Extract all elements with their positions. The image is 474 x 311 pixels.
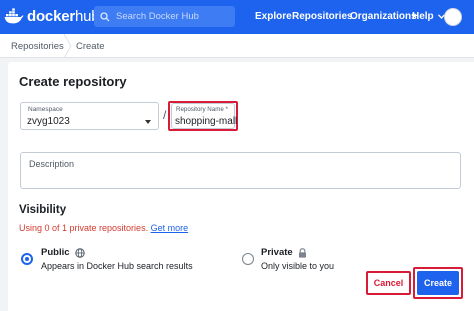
private-repo-usage: Using 0 of 1 private repositories. Get m…	[19, 223, 188, 233]
top-navigation-bar: dockerhub Explore Repositories Organizat…	[0, 0, 474, 34]
breadcrumb-separator-icon	[63, 34, 72, 58]
namespace-select[interactable]: Namespace zvyg1023	[20, 102, 159, 130]
description-placeholder: Description	[29, 159, 75, 169]
globe-icon	[74, 247, 85, 258]
breadcrumb: Repositories Create	[0, 34, 474, 58]
breadcrumb-create: Create	[76, 41, 105, 52]
lock-icon	[298, 247, 306, 258]
nav-help[interactable]: Help	[412, 11, 445, 22]
nav-organizations[interactable]: Organizations	[350, 11, 417, 22]
public-radio[interactable]	[21, 253, 33, 265]
page-title: Create repository	[19, 74, 127, 89]
nav-repositories[interactable]: Repositories	[292, 11, 353, 22]
public-option-label: Public	[41, 247, 70, 258]
search-icon	[100, 11, 110, 21]
public-option-title[interactable]: Public	[41, 247, 85, 258]
visibility-title: Visibility	[19, 204, 67, 216]
private-option-label: Private	[261, 247, 293, 258]
docker-hub-logo[interactable]: dockerhub	[4, 5, 100, 27]
create-button[interactable]: Create	[417, 271, 459, 295]
namespace-separator: /	[163, 108, 167, 122]
private-option-title[interactable]: Private	[261, 247, 307, 258]
caret-down-icon	[145, 120, 151, 124]
user-avatar[interactable]	[444, 8, 462, 26]
namespace-label: Namespace	[28, 106, 63, 113]
repository-name-label: Repository Name *	[176, 106, 228, 113]
breadcrumb-repositories[interactable]: Repositories	[11, 41, 64, 52]
get-more-link[interactable]: Get more	[151, 223, 189, 233]
description-field[interactable]: Description	[20, 152, 461, 189]
repository-name-value: shopping-mall	[175, 116, 238, 127]
search-input[interactable]	[116, 11, 226, 22]
cancel-button[interactable]: Cancel	[369, 273, 408, 293]
repository-name-field[interactable]: Repository Name * shopping-mall	[171, 103, 238, 129]
private-radio[interactable]	[242, 253, 254, 265]
namespace-value: zvyg1023	[27, 116, 70, 127]
docker-whale-icon	[4, 8, 24, 24]
nav-help-label: Help	[412, 11, 434, 22]
nav-explore[interactable]: Explore	[255, 11, 292, 22]
logo-text: dockerhub	[27, 7, 100, 25]
private-repo-usage-text: Using 0 of 1 private repositories.	[19, 223, 149, 233]
search-box[interactable]	[94, 6, 235, 27]
public-option-description: Appears in Docker Hub search results	[41, 261, 193, 271]
private-option-description: Only visible to you	[261, 261, 335, 271]
